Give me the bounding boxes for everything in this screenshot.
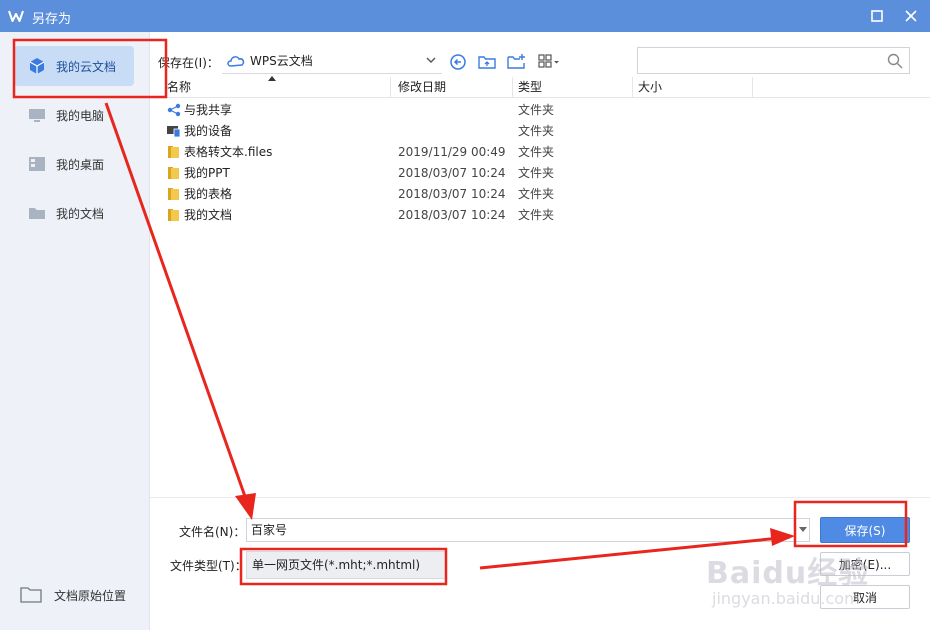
file-type: 文件夹 <box>518 145 555 159</box>
column-header: 名称 修改日期 类型 大小 <box>162 76 930 98</box>
folder-icon <box>168 146 179 158</box>
column-name-label: 名称 <box>167 80 192 94</box>
maximize-icon <box>871 10 883 22</box>
file-date: 2018/03/07 10:24 <box>398 208 506 222</box>
back-button[interactable] <box>447 51 469 73</box>
sidebar-item-cloud-docs[interactable]: 我的云文档 <box>14 46 134 86</box>
filetype-select[interactable]: 单一网页文件(*.mht;*.mhtml) <box>246 551 446 579</box>
sidebar-item-label: 我的云文档 <box>56 59 117 74</box>
sort-up-icon <box>268 76 276 81</box>
column-date[interactable]: 修改日期 <box>393 77 513 98</box>
sidebar-item-documents[interactable]: 我的文档 <box>14 193 134 233</box>
sidebar-item-label: 我的桌面 <box>56 157 105 172</box>
sidebar-item-computer[interactable]: 我的电脑 <box>14 95 134 135</box>
new-folder-icon <box>507 54 525 69</box>
share-icon <box>167 103 181 117</box>
maximize-button[interactable] <box>867 6 887 26</box>
filename-label: 文件名(N)： <box>179 525 246 539</box>
file-type: 文件夹 <box>518 208 555 222</box>
file-type: 文件夹 <box>518 103 555 117</box>
title-bar: 另存为 <box>0 0 930 32</box>
cancel-button[interactable]: 取消 <box>820 585 910 609</box>
file-date: 2018/03/07 10:24 <box>398 166 506 180</box>
column-name[interactable]: 名称 <box>162 77 391 98</box>
chevron-down-icon <box>426 57 436 63</box>
cloud-icon <box>227 55 245 67</box>
file-name: 我的表格 <box>184 187 233 201</box>
close-button[interactable] <box>901 6 921 26</box>
list-item[interactable]: 与我共享 文件夹 <box>162 100 922 121</box>
sidebar-item-label: 我的电脑 <box>56 108 105 123</box>
folder-outline-icon <box>20 586 42 604</box>
folder-icon <box>168 167 179 179</box>
list-item[interactable]: 我的表格 2018/03/07 10:24 文件夹 <box>162 184 922 205</box>
close-icon <box>905 10 917 22</box>
column-size[interactable]: 大小 <box>633 77 753 98</box>
list-item[interactable]: 我的文档 2018/03/07 10:24 文件夹 <box>162 205 922 226</box>
column-type[interactable]: 类型 <box>513 77 633 98</box>
folder-up-icon <box>478 56 496 69</box>
folder-icon <box>28 204 46 222</box>
original-location-link[interactable]: 文档原始位置 <box>20 586 126 604</box>
device-icon <box>167 126 181 138</box>
filename-history-dropdown[interactable] <box>796 518 810 542</box>
encrypt-button-label: 加密(E)... <box>838 557 892 572</box>
view-mode-button[interactable] <box>536 51 562 73</box>
search-input[interactable] <box>638 48 878 73</box>
chevron-down-icon <box>798 527 807 532</box>
sidebar-item-desktop[interactable]: 我的桌面 <box>14 144 134 184</box>
folder-icon <box>168 188 179 200</box>
encrypt-button[interactable]: 加密(E)... <box>820 552 910 576</box>
file-name: 我的设备 <box>184 124 233 138</box>
file-type: 文件夹 <box>518 166 555 180</box>
file-type: 文件夹 <box>518 187 555 201</box>
desktop-icon <box>28 155 46 173</box>
file-name: 表格转文本.files <box>184 145 273 159</box>
list-item[interactable]: 表格转文本.files 2019/11/29 00:49 文件夹 <box>162 142 922 163</box>
file-name: 与我共享 <box>184 103 233 117</box>
grid-view-icon <box>538 54 559 68</box>
file-type: 文件夹 <box>518 124 555 138</box>
sidebar: 我的云文档 我的电脑 我的桌面 我的文档 文档原始位置 <box>0 32 150 630</box>
search-box[interactable] <box>637 47 910 74</box>
new-folder-button[interactable] <box>505 51 527 73</box>
save-in-label: 保存在(I)： <box>158 56 219 70</box>
original-location-label: 文档原始位置 <box>54 588 127 603</box>
list-item[interactable]: 我的PPT 2018/03/07 10:24 文件夹 <box>162 163 922 184</box>
search-icon <box>887 53 903 69</box>
folder-icon <box>168 209 179 221</box>
filetype-label: 文件类型(T)： <box>170 559 247 573</box>
computer-icon <box>28 106 46 124</box>
cloud-doc-icon <box>28 57 46 75</box>
column-type-label: 类型 <box>518 80 543 94</box>
list-item[interactable]: 我的设备 文件夹 <box>162 121 922 142</box>
location-dropdown[interactable]: WPS云文档 <box>222 48 442 74</box>
location-text: WPS云文档 <box>250 54 313 68</box>
file-date: 2018/03/07 10:24 <box>398 187 506 201</box>
window-title: 另存为 <box>32 12 72 27</box>
file-name: 我的文档 <box>184 208 233 222</box>
file-date: 2019/11/29 00:49 <box>398 145 506 159</box>
column-size-label: 大小 <box>638 80 663 94</box>
up-folder-button[interactable] <box>476 51 498 73</box>
cancel-button-label: 取消 <box>852 590 877 605</box>
column-date-label: 修改日期 <box>398 80 447 94</box>
save-button[interactable]: 保存(S) <box>820 517 910 543</box>
sidebar-item-label: 我的文档 <box>56 206 105 221</box>
wps-logo-icon <box>8 10 24 22</box>
filename-input[interactable]: 百家号 <box>246 518 796 542</box>
file-name: 我的PPT <box>184 166 230 180</box>
save-button-label: 保存(S) <box>844 523 886 538</box>
back-arrow-icon <box>450 54 466 70</box>
